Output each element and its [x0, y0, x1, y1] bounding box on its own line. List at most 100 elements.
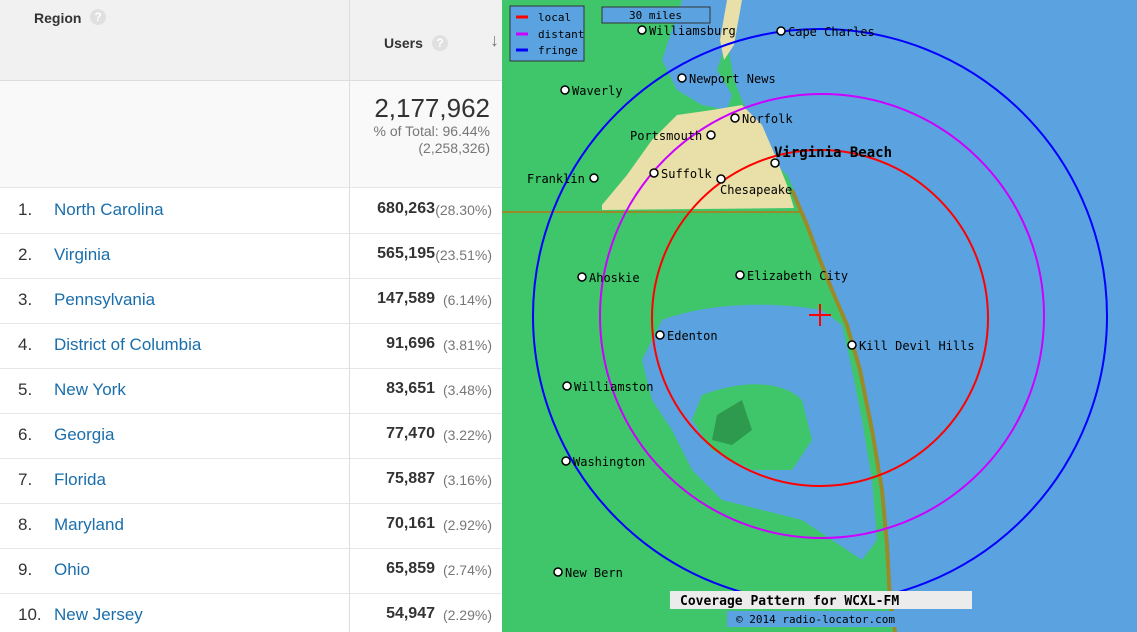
users-percent: (2.92%)	[442, 517, 492, 533]
region-link[interactable]: Maryland	[54, 515, 124, 535]
users-cell: 70,161 (2.92%)	[349, 503, 502, 548]
region-link[interactable]: Ohio	[54, 560, 90, 580]
users-header-cell[interactable]: Users ? ↓	[349, 0, 502, 81]
legend-local: local	[538, 11, 571, 24]
city-kill-devil-hills: Kill Devil Hills	[859, 339, 975, 353]
region-help-icon[interactable]: ?	[90, 9, 106, 25]
table-row: 10. New Jersey 54,947 (2.29%)	[0, 593, 502, 632]
users-cell: 54,947 (2.29%)	[349, 593, 502, 632]
map-title: Coverage Pattern for WCXL-FM	[680, 594, 899, 609]
users-value: 65,859	[386, 560, 435, 577]
city-marker-waverly	[560, 85, 570, 95]
city-franklin: Franklin	[527, 172, 585, 186]
users-cell: 65,859 (2.74%)	[349, 548, 502, 593]
region-link[interactable]: Pennsylvania	[54, 290, 155, 310]
table-row: 9. Ohio 65,859 (2.74%)	[0, 548, 502, 594]
city-marker-ahoskie	[577, 272, 587, 282]
table-row: 5. New York 83,651 (3.48%)	[0, 368, 502, 414]
city-marker-newport-news	[677, 73, 687, 83]
users-percent: (23.51%)	[435, 247, 492, 263]
map-copyright: © 2014 radio-locator.com	[736, 613, 895, 626]
row-number: 1.	[18, 200, 33, 219]
region-link[interactable]: Georgia	[54, 425, 114, 445]
users-header[interactable]: Users	[384, 35, 423, 51]
row-number: 7.	[18, 470, 33, 489]
table-row: 7. Florida 75,887 (3.16%)	[0, 458, 502, 504]
row-number: 8.	[18, 515, 33, 534]
region-link[interactable]: Virginia	[54, 245, 110, 265]
region-link[interactable]: District of Columbia	[54, 335, 201, 355]
grand-total-value: (2,258,326)	[418, 140, 490, 156]
city-marker-suffolk	[649, 168, 659, 178]
row-number: 5.	[18, 380, 33, 399]
users-cell: 680,263 (28.30%)	[349, 188, 502, 233]
coverage-map: local distant fringe 30 miles Williamsbu…	[502, 0, 1137, 632]
table-row: 3. Pennsylvania 147,589 (6.14%)	[0, 278, 502, 324]
table-row: 1. North Carolina 680,263 (28.30%)	[0, 188, 502, 234]
users-value: 54,947	[386, 605, 435, 622]
city-waverly: Waverly	[572, 84, 623, 98]
sort-descending-icon[interactable]: ↓	[490, 30, 499, 51]
city-newport-news: Newport News	[689, 72, 776, 86]
table-row: 8. Maryland 70,161 (2.92%)	[0, 503, 502, 549]
legend-distant: distant	[538, 28, 584, 41]
users-percent: (3.48%)	[442, 382, 492, 398]
city-marker-cape-charles	[776, 26, 786, 36]
city-marker-washington	[561, 456, 571, 466]
users-value: 680,263	[377, 200, 435, 217]
users-value: 565,195	[377, 245, 435, 262]
city-new-bern: New Bern	[565, 566, 623, 580]
city-williamston: Williamston	[574, 380, 653, 394]
scale-label: 30 miles	[629, 9, 682, 22]
row-number: 4.	[18, 335, 33, 354]
city-marker-portsmouth	[706, 130, 716, 140]
city-marker-edenton	[655, 330, 665, 340]
total-row-value-cell: 2,177,962 % of Total: 96.44% (2,258,326)	[349, 81, 502, 188]
city-suffolk: Suffolk	[661, 167, 712, 181]
table-row: 2. Virginia 565,195 (23.51%)	[0, 233, 502, 279]
total-row-label-cell	[0, 81, 349, 188]
region-link[interactable]: North Carolina	[54, 200, 164, 220]
users-percent: (3.81%)	[442, 337, 492, 353]
region-header: Region	[34, 10, 82, 26]
region-link[interactable]: New York	[54, 380, 126, 400]
region-link[interactable]: New Jersey	[54, 605, 143, 625]
scale-bar: 30 miles	[601, 6, 711, 24]
region-link[interactable]: Florida	[54, 470, 106, 490]
city-portsmouth: Portsmouth	[630, 129, 702, 143]
city-marker-franklin	[589, 173, 599, 183]
table-row: 6. Georgia 77,470 (3.22%)	[0, 413, 502, 459]
city-cape-charles: Cape Charles	[788, 25, 875, 39]
city-marker-kill-devil-hills	[847, 340, 857, 350]
users-cell: 77,470 (3.22%)	[349, 413, 502, 458]
city-ahoskie: Ahoskie	[589, 271, 640, 285]
users-value: 91,696	[386, 335, 435, 352]
row-number: 6.	[18, 425, 33, 444]
total-percent-label: % of Total: 96.44%	[373, 123, 490, 139]
users-percent: (2.29%)	[442, 607, 492, 623]
users-cell: 83,651 (3.48%)	[349, 368, 502, 413]
coverage-map-svg: local distant fringe 30 miles Williamsbu…	[502, 0, 1137, 632]
region-header-cell: Region ?	[0, 0, 349, 81]
city-virginia-beach: Virginia Beach	[774, 145, 892, 161]
legend-fringe: fringe	[538, 44, 578, 57]
users-percent: (2.74%)	[442, 562, 492, 578]
users-cell: 75,887 (3.16%)	[349, 458, 502, 503]
row-number: 9.	[18, 560, 33, 579]
city-norfolk: Norfolk	[742, 112, 793, 126]
city-marker-williamsburg	[637, 25, 647, 35]
city-edenton: Edenton	[667, 329, 718, 343]
total-users-value: 2,177,962	[374, 93, 490, 123]
city-elizabeth-city: Elizabeth City	[747, 269, 848, 283]
users-value: 83,651	[386, 380, 435, 397]
users-help-icon[interactable]: ?	[432, 35, 448, 51]
city-marker-williamston	[562, 381, 572, 391]
users-value: 77,470	[386, 425, 435, 442]
row-number: 3.	[18, 290, 33, 309]
users-cell: 91,696 (3.81%)	[349, 323, 502, 368]
city-marker-norfolk	[730, 113, 740, 123]
city-marker-chesapeake	[716, 174, 726, 184]
city-marker-elizabeth-city	[735, 270, 745, 280]
users-value: 147,589	[377, 290, 435, 307]
users-percent: (3.16%)	[442, 472, 492, 488]
